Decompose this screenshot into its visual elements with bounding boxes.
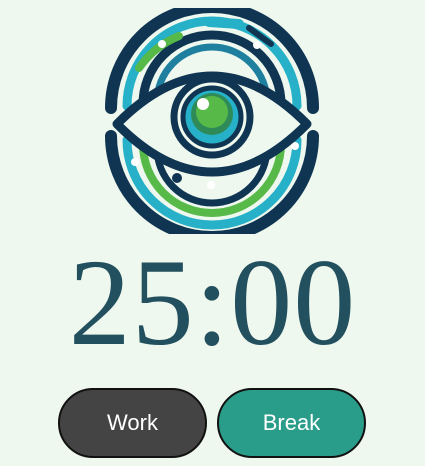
timer-display: 25:00: [68, 234, 357, 371]
eye-fingerprint-icon: [105, 8, 319, 234]
work-button-label: Work: [107, 410, 158, 435]
break-button[interactable]: Break: [217, 388, 366, 458]
work-button[interactable]: Work: [58, 388, 207, 458]
pomodoro-app: 25:00 Work Break: [0, 0, 425, 466]
break-button-label: Break: [262, 410, 321, 435]
